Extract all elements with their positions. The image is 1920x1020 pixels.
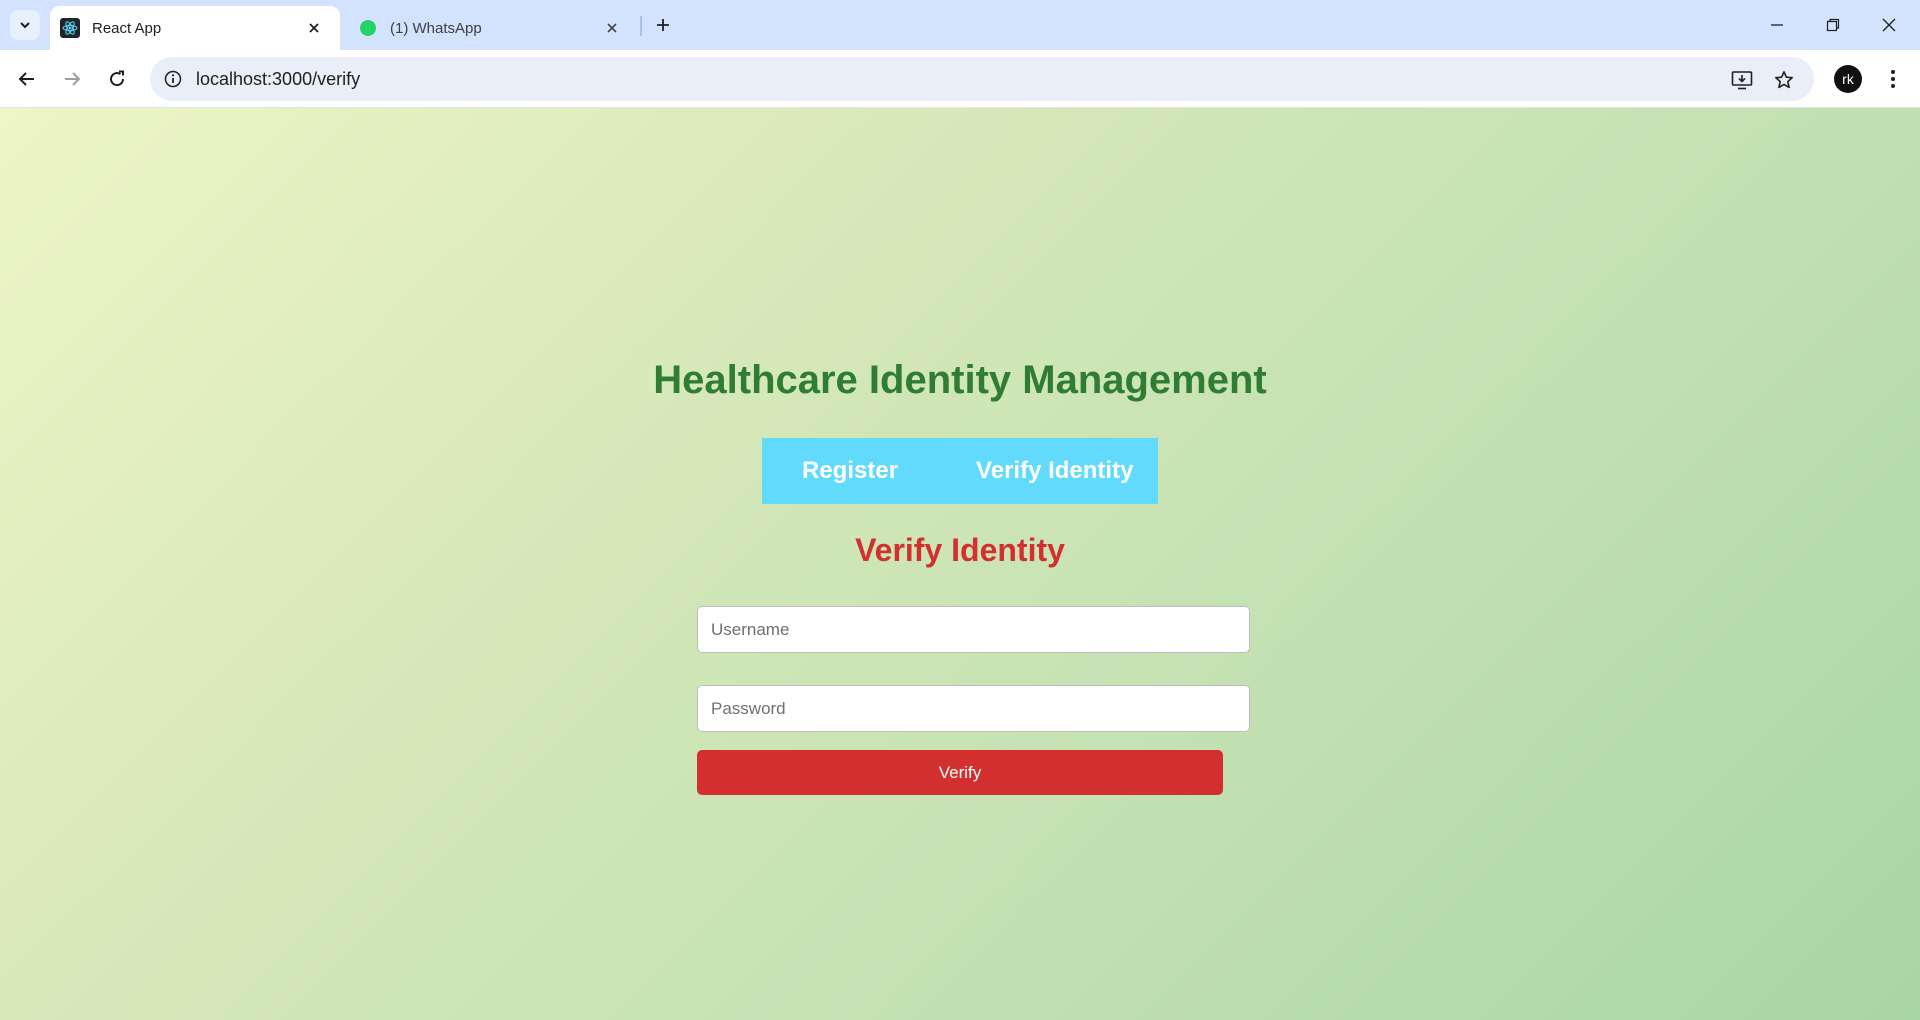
section-title: Verify Identity	[855, 532, 1065, 568]
close-window-button[interactable]	[1861, 0, 1917, 50]
tab-search-button[interactable]	[10, 10, 40, 40]
install-app-icon[interactable]	[1728, 66, 1756, 94]
back-button[interactable]	[10, 62, 44, 96]
close-tab-icon[interactable]	[304, 18, 324, 38]
username-input[interactable]	[697, 606, 1250, 653]
close-icon	[1882, 18, 1896, 32]
arrow-right-icon	[65, 72, 81, 86]
nav-verify-link[interactable]: Verify Identity	[976, 457, 1133, 485]
url-text: localhost:3000/verify	[196, 69, 361, 89]
browser-tabstrip: React App (1) WhatsApp	[0, 0, 1920, 50]
restore-icon	[1826, 18, 1840, 32]
reload-icon	[110, 70, 125, 87]
minimize-button[interactable]	[1749, 0, 1805, 50]
whatsapp-icon	[358, 18, 378, 38]
browser-menu-button[interactable]	[1878, 63, 1908, 95]
tab-separator	[640, 16, 642, 36]
tab-title: React App	[92, 19, 162, 37]
new-tab-button[interactable]	[648, 10, 678, 40]
chevron-down-icon	[20, 22, 30, 29]
address-bar[interactable]: localhost:3000/verify	[150, 57, 1814, 101]
plus-icon	[657, 19, 669, 31]
page-content: Healthcare Identity Management Register …	[0, 108, 1920, 1020]
forward-button[interactable]	[55, 62, 89, 96]
verify-button[interactable]: Verify	[697, 750, 1223, 795]
bookmark-star-icon[interactable]	[1770, 66, 1798, 94]
close-tab-icon[interactable]	[602, 18, 622, 38]
browser-toolbar: localhost:3000/verify rk	[0, 50, 1920, 108]
tab-whatsapp[interactable]: (1) WhatsApp	[348, 6, 638, 50]
nav-register-link[interactable]: Register	[802, 457, 898, 485]
react-icon	[60, 18, 80, 38]
profile-avatar[interactable]: rk	[1834, 65, 1862, 93]
site-info-icon[interactable]	[160, 66, 186, 92]
password-input[interactable]	[697, 685, 1250, 732]
restore-button[interactable]	[1805, 0, 1861, 50]
tab-react-app[interactable]: React App	[50, 6, 340, 50]
minimize-icon	[1771, 24, 1783, 26]
arrow-left-icon	[18, 72, 34, 86]
reload-button[interactable]	[100, 62, 134, 96]
main-nav: Register Verify Identity	[762, 438, 1158, 504]
app-title: Healthcare Identity Management	[653, 358, 1267, 402]
tab-title: (1) WhatsApp	[390, 19, 482, 37]
more-vertical-icon	[1891, 70, 1895, 88]
